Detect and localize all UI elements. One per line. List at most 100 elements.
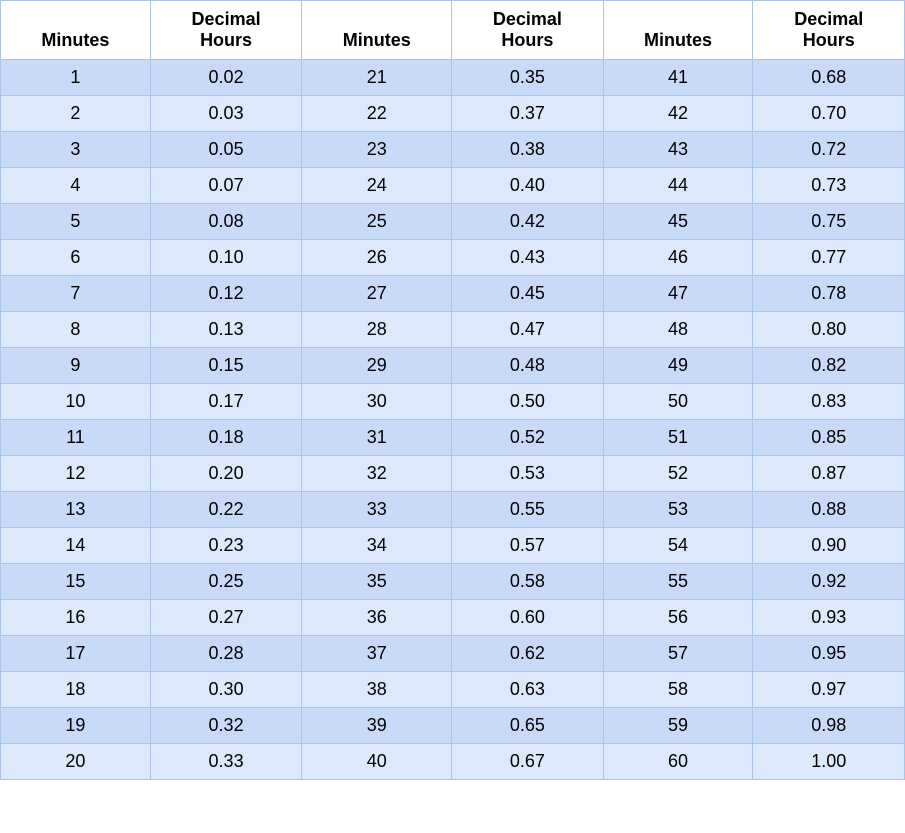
cell-minutes: 29: [302, 348, 452, 384]
cell-decimal: 0.28: [150, 636, 301, 672]
cell-minutes: 57: [603, 636, 753, 672]
cell-minutes: 27: [302, 276, 452, 312]
cell-decimal: 0.25: [150, 564, 301, 600]
cell-minutes: 31: [302, 420, 452, 456]
cell-decimal: 0.38: [452, 132, 603, 168]
cell-minutes: 7: [1, 276, 151, 312]
cell-decimal: 0.05: [150, 132, 301, 168]
cell-minutes: 3: [1, 132, 151, 168]
table-row: 130.22330.55530.88: [1, 492, 905, 528]
cell-decimal: 0.77: [753, 240, 905, 276]
cell-minutes: 5: [1, 204, 151, 240]
cell-decimal: 0.55: [452, 492, 603, 528]
table-row: 160.27360.60560.93: [1, 600, 905, 636]
cell-decimal: 0.73: [753, 168, 905, 204]
cell-minutes: 8: [1, 312, 151, 348]
cell-minutes: 13: [1, 492, 151, 528]
cell-minutes: 14: [1, 528, 151, 564]
cell-minutes: 33: [302, 492, 452, 528]
cell-minutes: 26: [302, 240, 452, 276]
table-row: 90.15290.48490.82: [1, 348, 905, 384]
cell-decimal: 0.42: [452, 204, 603, 240]
cell-decimal: 0.88: [753, 492, 905, 528]
table-row: 110.18310.52510.85: [1, 420, 905, 456]
table-row: 80.13280.47480.80: [1, 312, 905, 348]
table-row: 60.10260.43460.77: [1, 240, 905, 276]
cell-minutes: 37: [302, 636, 452, 672]
cell-decimal: 0.50: [452, 384, 603, 420]
cell-minutes: 22: [302, 96, 452, 132]
cell-decimal: 0.93: [753, 600, 905, 636]
cell-decimal: 0.63: [452, 672, 603, 708]
cell-minutes: 43: [603, 132, 753, 168]
cell-decimal: 0.40: [452, 168, 603, 204]
cell-decimal: 0.82: [753, 348, 905, 384]
table-row: 170.28370.62570.95: [1, 636, 905, 672]
table-row: 180.30380.63580.97: [1, 672, 905, 708]
cell-decimal: 0.52: [452, 420, 603, 456]
table-row: 150.25350.58550.92: [1, 564, 905, 600]
cell-decimal: 0.48: [452, 348, 603, 384]
cell-decimal: 0.92: [753, 564, 905, 600]
cell-decimal: 0.98: [753, 708, 905, 744]
cell-decimal: 0.53: [452, 456, 603, 492]
cell-decimal: 0.23: [150, 528, 301, 564]
cell-minutes: 32: [302, 456, 452, 492]
cell-minutes: 52: [603, 456, 753, 492]
cell-decimal: 0.18: [150, 420, 301, 456]
cell-decimal: 0.08: [150, 204, 301, 240]
cell-minutes: 53: [603, 492, 753, 528]
cell-minutes: 23: [302, 132, 452, 168]
cell-decimal: 0.62: [452, 636, 603, 672]
cell-decimal: 0.45: [452, 276, 603, 312]
cell-minutes: 6: [1, 240, 151, 276]
cell-minutes: 49: [603, 348, 753, 384]
cell-minutes: 59: [603, 708, 753, 744]
cell-minutes: 51: [603, 420, 753, 456]
cell-minutes: 2: [1, 96, 151, 132]
cell-decimal: 0.65: [452, 708, 603, 744]
cell-decimal: 0.20: [150, 456, 301, 492]
cell-decimal: 0.07: [150, 168, 301, 204]
cell-decimal: 0.85: [753, 420, 905, 456]
cell-minutes: 35: [302, 564, 452, 600]
cell-decimal: 0.75: [753, 204, 905, 240]
conversion-table: Minutes DecimalHours Minutes DecimalHour…: [0, 0, 905, 780]
cell-minutes: 56: [603, 600, 753, 636]
cell-decimal: 0.37: [452, 96, 603, 132]
cell-decimal: 0.87: [753, 456, 905, 492]
cell-minutes: 40: [302, 744, 452, 780]
cell-decimal: 0.12: [150, 276, 301, 312]
table-row: 30.05230.38430.72: [1, 132, 905, 168]
cell-minutes: 25: [302, 204, 452, 240]
cell-decimal: 0.58: [452, 564, 603, 600]
table-row: 100.17300.50500.83: [1, 384, 905, 420]
cell-decimal: 0.72: [753, 132, 905, 168]
table-row: 20.03220.37420.70: [1, 96, 905, 132]
table-row: 10.02210.35410.68: [1, 60, 905, 96]
cell-minutes: 16: [1, 600, 151, 636]
cell-decimal: 0.57: [452, 528, 603, 564]
table-row: 190.32390.65590.98: [1, 708, 905, 744]
cell-decimal: 0.30: [150, 672, 301, 708]
table-row: 50.08250.42450.75: [1, 204, 905, 240]
cell-decimal: 0.95: [753, 636, 905, 672]
cell-minutes: 34: [302, 528, 452, 564]
cell-decimal: 0.10: [150, 240, 301, 276]
cell-minutes: 9: [1, 348, 151, 384]
cell-decimal: 0.27: [150, 600, 301, 636]
cell-decimal: 0.68: [753, 60, 905, 96]
cell-decimal: 0.43: [452, 240, 603, 276]
cell-minutes: 60: [603, 744, 753, 780]
cell-minutes: 1: [1, 60, 151, 96]
cell-minutes: 28: [302, 312, 452, 348]
table-row: 70.12270.45470.78: [1, 276, 905, 312]
cell-minutes: 15: [1, 564, 151, 600]
header-decimal-1: DecimalHours: [150, 1, 301, 60]
cell-decimal: 0.60: [452, 600, 603, 636]
cell-decimal: 0.80: [753, 312, 905, 348]
table-row: 120.20320.53520.87: [1, 456, 905, 492]
header-decimal-2: DecimalHours: [452, 1, 603, 60]
cell-decimal: 0.33: [150, 744, 301, 780]
cell-minutes: 54: [603, 528, 753, 564]
